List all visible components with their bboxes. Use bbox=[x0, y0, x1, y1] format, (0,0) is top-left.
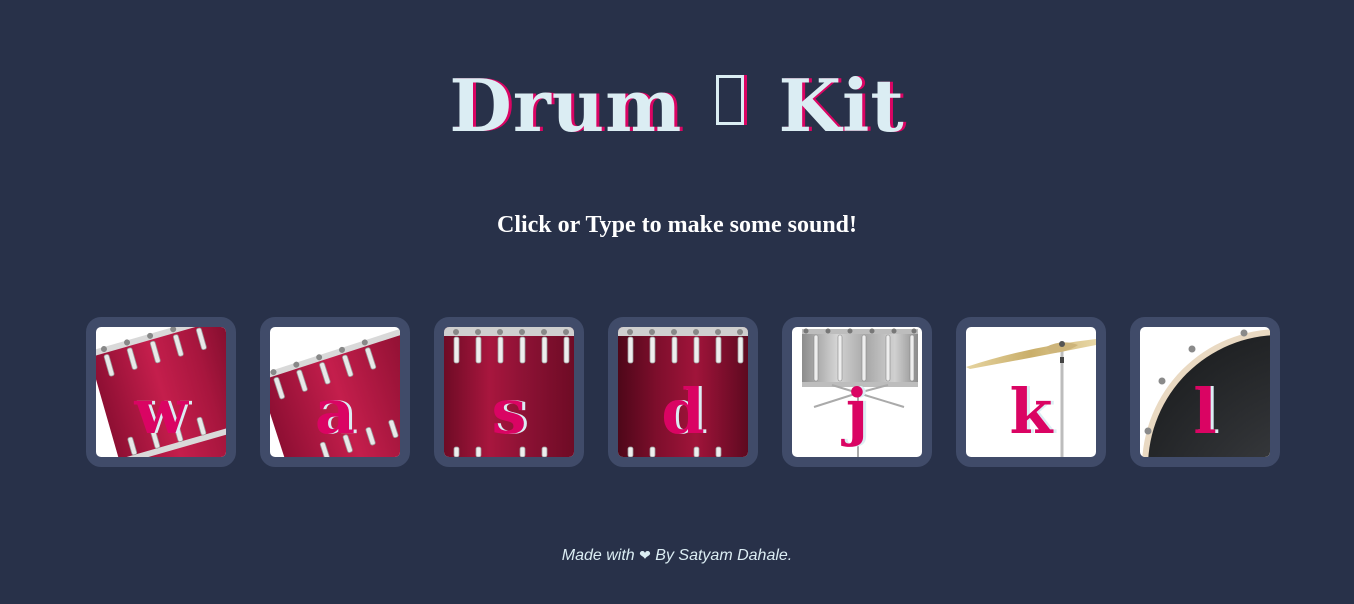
drum-button-l[interactable]: l bbox=[1130, 317, 1280, 467]
footer-author: By Satyam Dahale. bbox=[655, 547, 793, 564]
drum-button-s[interactable]: s bbox=[434, 317, 584, 467]
drum-button-a[interactable]: a bbox=[260, 317, 410, 467]
drum-key-label: k bbox=[1009, 375, 1053, 448]
drum-set: w a s d j k l bbox=[86, 317, 1280, 467]
drum-key-label: d bbox=[661, 375, 705, 448]
drum-key-label: w bbox=[134, 375, 188, 448]
drum-key-label: l bbox=[1193, 375, 1217, 448]
drum-button-j[interactable]: j bbox=[782, 317, 932, 467]
drum-button-w[interactable]: w bbox=[86, 317, 236, 467]
instructions-text: Click or Type to make some sound! bbox=[496, 212, 858, 238]
heart-icon: ❤ bbox=[639, 547, 651, 563]
drum-emoji-icon bbox=[716, 75, 745, 125]
footer-prefix: Made with bbox=[561, 547, 635, 564]
drum-key-label: a bbox=[314, 375, 356, 448]
drum-button-k[interactable]: k bbox=[956, 317, 1106, 467]
title-kit-text: Kit bbox=[778, 63, 905, 148]
drum-button-d[interactable]: d bbox=[608, 317, 758, 467]
drum-key-label: s bbox=[491, 375, 527, 448]
title-drum-text: Drum bbox=[449, 63, 683, 148]
drum-key-label: j bbox=[845, 375, 869, 448]
footer-credit: Made with ❤ By Satyam Dahale. bbox=[0, 544, 1354, 567]
page-title: Drum Kit bbox=[0, 58, 1354, 154]
